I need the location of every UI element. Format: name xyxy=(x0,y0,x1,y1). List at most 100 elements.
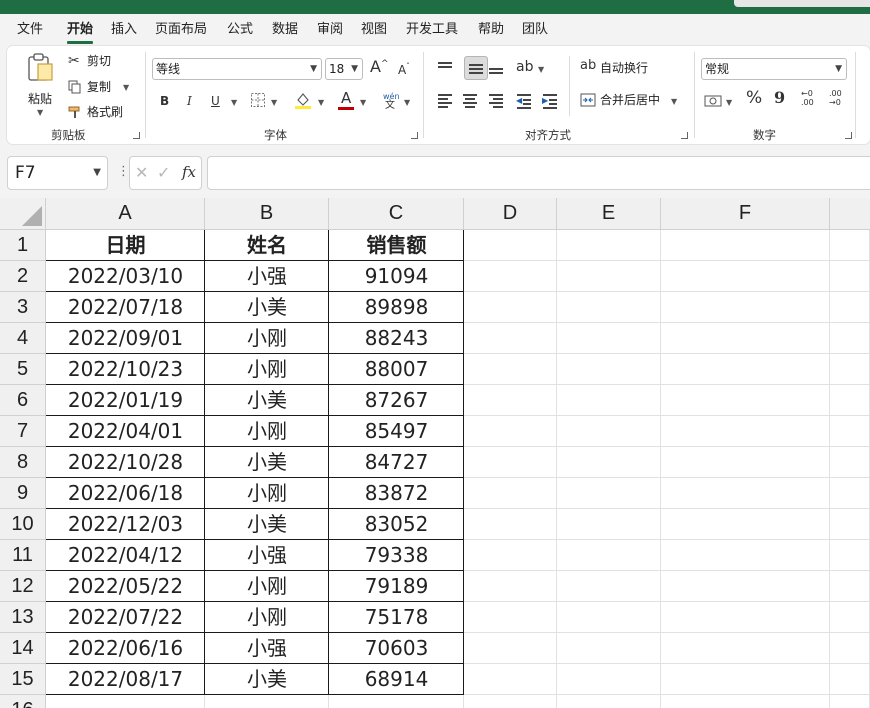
cell-a4[interactable]: 2022/09/01 xyxy=(46,323,205,354)
italic-button[interactable]: I xyxy=(187,94,192,108)
font-launcher-icon[interactable] xyxy=(411,132,418,139)
bold-button[interactable]: B xyxy=(160,94,169,108)
cell-c7[interactable]: 85497 xyxy=(329,416,464,447)
cell-a6[interactable]: 2022/01/19 xyxy=(46,385,205,416)
cell-a14[interactable]: 2022/06/16 xyxy=(46,633,205,664)
shrink-font-button[interactable]: A xyxy=(398,63,406,77)
cell-b3[interactable]: 小美 xyxy=(205,292,329,323)
orientation-dropdown-icon[interactable]: ▼ xyxy=(538,65,544,75)
font-name-select[interactable]: 等线 ▼ xyxy=(152,58,322,80)
select-all-button[interactable] xyxy=(0,198,46,230)
menu-review[interactable]: 审阅 xyxy=(317,22,343,38)
cell-a12[interactable]: 2022/05/22 xyxy=(46,571,205,602)
cell-b1[interactable]: 姓名 xyxy=(205,230,329,261)
menu-view[interactable]: 视图 xyxy=(361,22,387,38)
borders-dropdown-icon[interactable]: ▼ xyxy=(271,98,277,108)
cell-a11[interactable]: 2022/04/12 xyxy=(46,540,205,571)
borders-icon[interactable] xyxy=(250,92,266,108)
cell-b13[interactable]: 小刚 xyxy=(205,602,329,633)
fill-color-icon[interactable] xyxy=(294,91,312,109)
cell-a3[interactable]: 2022/07/18 xyxy=(46,292,205,323)
row-header-1[interactable]: 1 xyxy=(0,230,46,261)
currency-format-icon[interactable] xyxy=(704,94,722,108)
cell-c12[interactable]: 79189 xyxy=(329,571,464,602)
insert-function-button[interactable]: fx xyxy=(182,163,196,181)
row-header-4[interactable]: 4 xyxy=(0,323,46,354)
formula-input[interactable] xyxy=(207,156,870,190)
clipboard-launcher-icon[interactable] xyxy=(133,132,140,139)
row-header-6[interactable]: 6 xyxy=(0,385,46,416)
cell-b2[interactable]: 小强 xyxy=(205,261,329,292)
cell-b5[interactable]: 小刚 xyxy=(205,354,329,385)
copy-dropdown-icon[interactable]: ▼ xyxy=(123,83,129,93)
align-middle-button[interactable] xyxy=(464,56,488,80)
menu-page-layout[interactable]: 页面布局 xyxy=(155,22,207,38)
currency-dropdown-icon[interactable]: ▼ xyxy=(726,98,732,108)
menu-developer[interactable]: 开发工具 xyxy=(406,22,458,38)
name-box[interactable]: F7 ▼ xyxy=(7,156,108,190)
phonetic-dropdown-icon[interactable]: ▼ xyxy=(404,98,410,108)
cell-c2[interactable]: 91094 xyxy=(329,261,464,292)
cell-a13[interactable]: 2022/07/22 xyxy=(46,602,205,633)
underline-button[interactable]: U xyxy=(211,94,220,108)
paste-dropdown-icon[interactable]: ▼ xyxy=(37,108,43,118)
column-header-overflow[interactable] xyxy=(830,198,870,230)
row-header-10[interactable]: 10 xyxy=(0,509,46,540)
alignment-launcher-icon[interactable] xyxy=(681,132,688,139)
row-header-16[interactable]: 16 xyxy=(0,695,46,708)
cell-c6[interactable]: 87267 xyxy=(329,385,464,416)
cell-b11[interactable]: 小强 xyxy=(205,540,329,571)
fill-color-dropdown-icon[interactable]: ▼ xyxy=(318,98,324,108)
cell-c5[interactable]: 88007 xyxy=(329,354,464,385)
row-header-8[interactable]: 8 xyxy=(0,447,46,478)
cell-a10[interactable]: 2022/12/03 xyxy=(46,509,205,540)
cell-b7[interactable]: 小刚 xyxy=(205,416,329,447)
column-header-d[interactable]: D xyxy=(464,198,557,230)
cell-c4[interactable]: 88243 xyxy=(329,323,464,354)
row-header-7[interactable]: 7 xyxy=(0,416,46,447)
row-header-9[interactable]: 9 xyxy=(0,478,46,509)
cell-c11[interactable]: 79338 xyxy=(329,540,464,571)
menu-data[interactable]: 数据 xyxy=(272,22,298,38)
cell-b14[interactable]: 小强 xyxy=(205,633,329,664)
cell-c1[interactable]: 销售额 xyxy=(329,230,464,261)
cell-a9[interactable]: 2022/06/18 xyxy=(46,478,205,509)
search-box[interactable] xyxy=(734,0,870,7)
cell-a7[interactable]: 2022/04/01 xyxy=(46,416,205,447)
comma-style-button[interactable]: 9 xyxy=(774,90,785,106)
cell-c15[interactable]: 68914 xyxy=(329,664,464,695)
row-header-14[interactable]: 14 xyxy=(0,633,46,664)
cell-a8[interactable]: 2022/10/28 xyxy=(46,447,205,478)
menu-insert[interactable]: 插入 xyxy=(111,22,137,38)
grow-font-button[interactable]: A xyxy=(370,59,381,75)
cell-a2[interactable]: 2022/03/10 xyxy=(46,261,205,292)
cell-a1[interactable]: 日期 xyxy=(46,230,205,261)
row-header-5[interactable]: 5 xyxy=(0,354,46,385)
row-header-12[interactable]: 12 xyxy=(0,571,46,602)
number-format-select[interactable]: 常规 ▼ xyxy=(701,58,847,80)
number-launcher-icon[interactable] xyxy=(845,132,852,139)
cell-b10[interactable]: 小美 xyxy=(205,509,329,540)
cell-a5[interactable]: 2022/10/23 xyxy=(46,354,205,385)
cell-c14[interactable]: 70603 xyxy=(329,633,464,664)
menu-help[interactable]: 帮助 xyxy=(478,22,504,38)
merge-dropdown-icon[interactable]: ▼ xyxy=(671,97,677,107)
cell-c9[interactable]: 83872 xyxy=(329,478,464,509)
row-header-3[interactable]: 3 xyxy=(0,292,46,323)
row-header-15[interactable]: 15 xyxy=(0,664,46,695)
cell-c10[interactable]: 83052 xyxy=(329,509,464,540)
font-size-select[interactable]: 18 ▼ xyxy=(325,58,363,80)
row-header-13[interactable]: 13 xyxy=(0,602,46,633)
menu-file[interactable]: 文件 xyxy=(17,22,43,38)
cell-c13[interactable]: 75178 xyxy=(329,602,464,633)
cell-b9[interactable]: 小刚 xyxy=(205,478,329,509)
column-header-f[interactable]: F xyxy=(661,198,830,230)
cell-c3[interactable]: 89898 xyxy=(329,292,464,323)
cell-b6[interactable]: 小美 xyxy=(205,385,329,416)
menu-home[interactable]: 开始 xyxy=(67,22,93,38)
column-header-a[interactable]: A xyxy=(46,198,205,230)
cell-a15[interactable]: 2022/08/17 xyxy=(46,664,205,695)
cell-b15[interactable]: 小美 xyxy=(205,664,329,695)
column-header-e[interactable]: E xyxy=(557,198,661,230)
row-header-2[interactable]: 2 xyxy=(0,261,46,292)
